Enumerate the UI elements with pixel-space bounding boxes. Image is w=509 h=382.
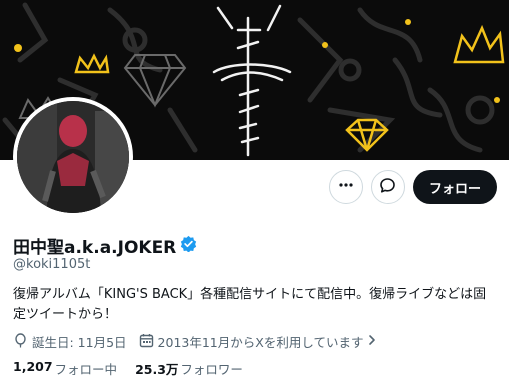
profile-actions: フォロー — [328, 170, 497, 204]
followers-label: フォロワー — [180, 362, 243, 377]
joined-item[interactable]: 2013年11月からXを利用しています — [139, 332, 378, 351]
calendar-icon — [139, 333, 154, 351]
profile-meta: 誕生日: 11月5日 2013年11月からXを利用しています — [13, 332, 389, 351]
following-label: フォロー中 — [54, 362, 118, 377]
following-count: 1,207 — [13, 359, 53, 374]
joined-text: 2013年11月からXを利用しています — [157, 335, 364, 350]
profile-bio: 復帰アルバム「KING'S BACK」各種配信サイトにて配信中。復帰ライブなどは… — [13, 287, 487, 322]
profile-stats: 1,207 フォロー中 25.3万 フォロワー — [13, 359, 261, 378]
name-row: 田中聖a.k.a.JOKER — [13, 233, 197, 258]
user-handle: @koki1105t — [13, 257, 91, 272]
avatar[interactable] — [13, 97, 133, 217]
chevron-right-icon — [367, 334, 377, 349]
message-icon — [379, 177, 396, 198]
followers-link[interactable]: 25.3万 フォロワー — [135, 359, 243, 378]
balloon-icon — [13, 332, 28, 351]
more-button[interactable] — [328, 170, 363, 204]
verified-badge-icon — [180, 235, 197, 256]
message-button[interactable] — [370, 170, 405, 204]
birthday-text: 誕生日: 11月5日 — [32, 335, 127, 350]
display-name: 田中聖a.k.a.JOKER — [13, 238, 177, 258]
following-link[interactable]: 1,207 フォロー中 — [13, 359, 117, 378]
more-icon — [338, 177, 354, 197]
birthday-item: 誕生日: 11月5日 — [13, 332, 127, 351]
follow-button[interactable]: フォロー — [412, 170, 497, 204]
followers-count: 25.3万 — [135, 362, 179, 377]
avatar-image — [17, 101, 129, 213]
